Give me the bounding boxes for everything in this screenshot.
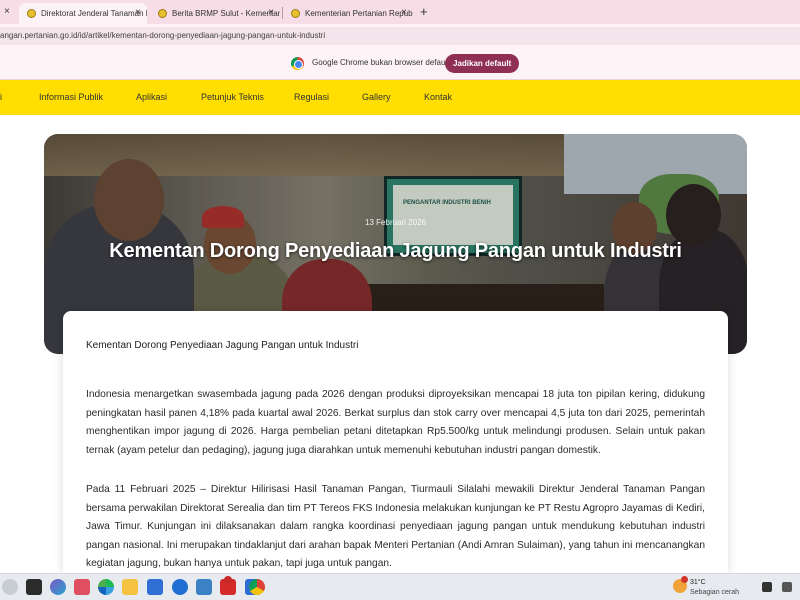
- tray-network-icon[interactable]: [782, 582, 792, 592]
- nav-item-informasi-publik[interactable]: Informasi Publik: [39, 92, 103, 102]
- notification-badge: [224, 576, 232, 584]
- nav-item-kontak[interactable]: Kontak: [424, 92, 452, 102]
- tab-direktorat[interactable]: Direktorat Jenderal Tanaman Pangan ×: [19, 3, 147, 24]
- tab-label: Berita BRMP Sulut - Kementan: [172, 9, 280, 18]
- article-paragraph: Indonesia menargetkan swasembada jagung …: [86, 389, 705, 456]
- app-icon[interactable]: [74, 579, 90, 595]
- edge-icon[interactable]: [98, 579, 114, 595]
- article-date: 13 Februari 2026: [365, 218, 426, 227]
- tab-label: Direktorat Jenderal Tanaman Pangan: [41, 9, 147, 18]
- weather-alert-badge: [681, 576, 688, 583]
- tab-close-icon[interactable]: ×: [135, 7, 141, 18]
- address-row: angan.pertanian.go.id/id/artikel/kementa…: [0, 24, 800, 48]
- new-tab-button[interactable]: +: [420, 4, 428, 19]
- tab-strip: × Direktorat Jenderal Tanaman Pangan × B…: [0, 0, 800, 24]
- article-card: Kementan Dorong Penyediaan Jagung Pangan…: [63, 311, 728, 573]
- tab-brmp[interactable]: Berita BRMP Sulut - Kementan ×: [150, 3, 280, 24]
- nav-item-home[interactable]: i: [0, 92, 2, 102]
- widgets-icon[interactable]: [2, 579, 18, 595]
- nav-item-gallery[interactable]: Gallery: [362, 92, 391, 102]
- set-default-button[interactable]: Jadikan default: [445, 54, 520, 73]
- weather-description: Sebagian cerah: [690, 589, 740, 596]
- tab-kementerian[interactable]: Kementerian Pertanian Republik ×: [283, 3, 413, 24]
- address-bar[interactable]: angan.pertanian.go.id/id/artikel/kementa…: [0, 27, 800, 45]
- site-favicon-icon: [27, 9, 36, 18]
- file-explorer-icon[interactable]: [122, 579, 138, 595]
- mail-icon[interactable]: [172, 579, 188, 595]
- chrome-taskbar-icon[interactable]: [249, 579, 265, 595]
- tray-app-icon[interactable]: [762, 582, 772, 592]
- store-icon[interactable]: [147, 579, 163, 595]
- weather-temperature: 31°C: [690, 579, 706, 586]
- article-title: Kementan Dorong Penyediaan Jagung Pangan…: [86, 340, 359, 351]
- app-icon[interactable]: [196, 579, 212, 595]
- default-browser-infobar: Google Chrome bukan browser default Jadi…: [0, 48, 800, 80]
- copilot-icon[interactable]: [50, 579, 66, 595]
- nav-item-aplikasi[interactable]: Aplikasi: [136, 92, 167, 102]
- nav-item-petunjuk-teknis[interactable]: Petunjuk Teknis: [201, 92, 264, 102]
- tab-label: Kementerian Pertanian Republik: [305, 9, 413, 18]
- site-favicon-icon: [291, 9, 300, 18]
- site-favicon-icon: [158, 9, 167, 18]
- hero-title: Kementan Dorong Penyediaan Jagung Pangan…: [109, 240, 682, 262]
- infobar-message: Google Chrome bukan browser default: [312, 58, 450, 67]
- nav-item-regulasi[interactable]: Regulasi: [294, 92, 329, 102]
- tab-close-icon[interactable]: ×: [401, 7, 407, 18]
- site-navigation: i Informasi Publik Aplikasi Petunjuk Tek…: [0, 80, 800, 115]
- tab-close-icon-prev[interactable]: ×: [4, 6, 10, 17]
- start-icon[interactable]: [26, 579, 42, 595]
- tab-close-icon[interactable]: ×: [268, 7, 274, 18]
- taskbar: 31°C Sebagian cerah: [0, 573, 800, 600]
- chrome-logo-icon: [291, 57, 304, 70]
- article-paragraph: Pada 11 Februari 2025 – Direktur Hiliris…: [86, 484, 705, 569]
